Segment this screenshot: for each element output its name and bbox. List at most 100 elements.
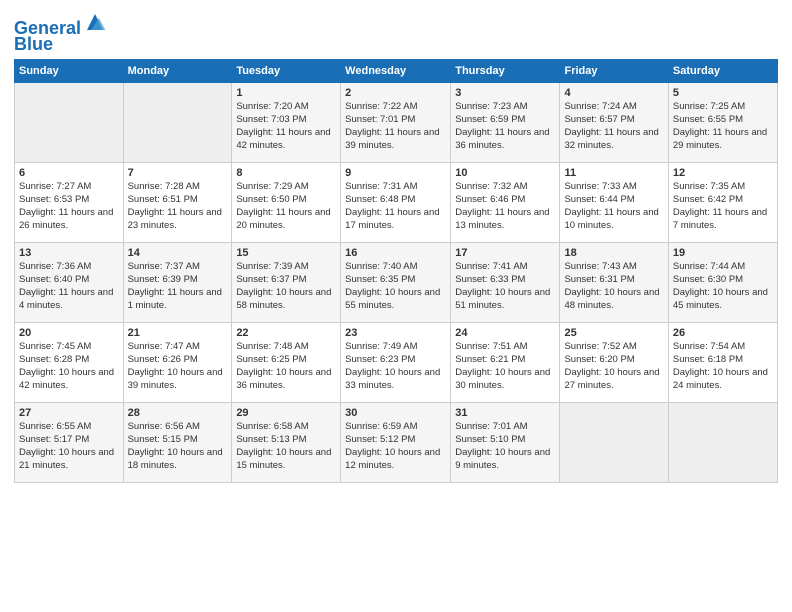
day-info: Sunset: 5:13 PM — [236, 434, 336, 447]
calendar-cell: 21Sunrise: 7:47 AMSunset: 6:26 PMDayligh… — [123, 322, 232, 402]
day-number: 11 — [564, 166, 663, 181]
day-info: Sunrise: 7:28 AM — [128, 181, 228, 194]
day-info: Daylight: 10 hours and 27 minutes. — [564, 367, 663, 393]
day-info: Sunset: 6:42 PM — [673, 194, 773, 207]
day-info: Sunrise: 7:47 AM — [128, 341, 228, 354]
calendar-cell: 6Sunrise: 7:27 AMSunset: 6:53 PMDaylight… — [15, 162, 124, 242]
calendar-cell: 4Sunrise: 7:24 AMSunset: 6:57 PMDaylight… — [560, 82, 668, 162]
day-number: 15 — [236, 246, 336, 261]
calendar-cell: 20Sunrise: 7:45 AMSunset: 6:28 PMDayligh… — [15, 322, 124, 402]
calendar-cell: 17Sunrise: 7:41 AMSunset: 6:33 PMDayligh… — [451, 242, 560, 322]
day-number: 25 — [564, 326, 663, 341]
day-info: Sunrise: 6:56 AM — [128, 421, 228, 434]
day-number: 20 — [19, 326, 119, 341]
day-info: Sunrise: 6:55 AM — [19, 421, 119, 434]
calendar-cell: 1Sunrise: 7:20 AMSunset: 7:03 PMDaylight… — [232, 82, 341, 162]
day-number: 29 — [236, 406, 336, 421]
day-info: Sunset: 6:31 PM — [564, 274, 663, 287]
day-info: Sunrise: 7:54 AM — [673, 341, 773, 354]
day-info: Daylight: 10 hours and 55 minutes. — [345, 287, 446, 313]
day-info: Sunrise: 6:59 AM — [345, 421, 446, 434]
day-number: 18 — [564, 246, 663, 261]
day-info: Sunrise: 7:35 AM — [673, 181, 773, 194]
calendar-week-row: 20Sunrise: 7:45 AMSunset: 6:28 PMDayligh… — [15, 322, 778, 402]
day-number: 21 — [128, 326, 228, 341]
day-info: Sunset: 5:15 PM — [128, 434, 228, 447]
calendar-week-row: 27Sunrise: 6:55 AMSunset: 5:17 PMDayligh… — [15, 402, 778, 482]
day-info: Sunrise: 7:01 AM — [455, 421, 555, 434]
day-info: Sunrise: 7:32 AM — [455, 181, 555, 194]
day-number: 7 — [128, 166, 228, 181]
day-number: 9 — [345, 166, 446, 181]
day-number: 27 — [19, 406, 119, 421]
day-info: Daylight: 11 hours and 23 minutes. — [128, 207, 228, 233]
day-info: Sunrise: 7:29 AM — [236, 181, 336, 194]
calendar-cell: 14Sunrise: 7:37 AMSunset: 6:39 PMDayligh… — [123, 242, 232, 322]
day-info: Sunset: 5:10 PM — [455, 434, 555, 447]
day-info: Sunset: 6:33 PM — [455, 274, 555, 287]
day-info: Sunset: 6:44 PM — [564, 194, 663, 207]
calendar-cell — [15, 82, 124, 162]
calendar-cell: 22Sunrise: 7:48 AMSunset: 6:25 PMDayligh… — [232, 322, 341, 402]
day-info: Daylight: 11 hours and 1 minute. — [128, 287, 228, 313]
calendar-cell: 10Sunrise: 7:32 AMSunset: 6:46 PMDayligh… — [451, 162, 560, 242]
day-info: Sunset: 6:55 PM — [673, 114, 773, 127]
day-info: Sunset: 6:26 PM — [128, 354, 228, 367]
day-info: Daylight: 10 hours and 12 minutes. — [345, 447, 446, 473]
day-info: Daylight: 10 hours and 21 minutes. — [19, 447, 119, 473]
day-number: 23 — [345, 326, 446, 341]
weekday-header: Friday — [560, 59, 668, 82]
day-info: Sunrise: 7:43 AM — [564, 261, 663, 274]
day-info: Sunrise: 7:52 AM — [564, 341, 663, 354]
calendar-cell: 28Sunrise: 6:56 AMSunset: 5:15 PMDayligh… — [123, 402, 232, 482]
calendar-cell: 23Sunrise: 7:49 AMSunset: 6:23 PMDayligh… — [341, 322, 451, 402]
day-info: Daylight: 10 hours and 42 minutes. — [19, 367, 119, 393]
calendar-cell: 16Sunrise: 7:40 AMSunset: 6:35 PMDayligh… — [341, 242, 451, 322]
calendar-cell: 27Sunrise: 6:55 AMSunset: 5:17 PMDayligh… — [15, 402, 124, 482]
day-info: Daylight: 10 hours and 18 minutes. — [128, 447, 228, 473]
day-number: 17 — [455, 246, 555, 261]
day-number: 1 — [236, 86, 336, 101]
page: General Blue SundayMondayTuesdayWednesda… — [0, 0, 792, 493]
day-info: Daylight: 11 hours and 7 minutes. — [673, 207, 773, 233]
day-info: Daylight: 10 hours and 33 minutes. — [345, 367, 446, 393]
day-number: 12 — [673, 166, 773, 181]
day-info: Sunrise: 7:33 AM — [564, 181, 663, 194]
logo-icon — [83, 10, 107, 34]
day-number: 14 — [128, 246, 228, 261]
day-info: Daylight: 11 hours and 29 minutes. — [673, 127, 773, 153]
day-info: Sunset: 6:57 PM — [564, 114, 663, 127]
calendar-cell: 26Sunrise: 7:54 AMSunset: 6:18 PMDayligh… — [668, 322, 777, 402]
day-info: Sunrise: 7:31 AM — [345, 181, 446, 194]
day-number: 26 — [673, 326, 773, 341]
day-number: 16 — [345, 246, 446, 261]
calendar-week-row: 13Sunrise: 7:36 AMSunset: 6:40 PMDayligh… — [15, 242, 778, 322]
day-info: Daylight: 10 hours and 48 minutes. — [564, 287, 663, 313]
day-info: Sunset: 6:40 PM — [19, 274, 119, 287]
day-number: 19 — [673, 246, 773, 261]
day-number: 13 — [19, 246, 119, 261]
weekday-header: Tuesday — [232, 59, 341, 82]
day-info: Sunset: 6:48 PM — [345, 194, 446, 207]
day-info: Daylight: 10 hours and 45 minutes. — [673, 287, 773, 313]
day-info: Sunset: 6:28 PM — [19, 354, 119, 367]
day-info: Daylight: 10 hours and 39 minutes. — [128, 367, 228, 393]
day-info: Sunrise: 7:40 AM — [345, 261, 446, 274]
day-info: Sunset: 6:39 PM — [128, 274, 228, 287]
logo: General Blue — [14, 10, 107, 55]
day-info: Daylight: 10 hours and 24 minutes. — [673, 367, 773, 393]
day-info: Sunset: 6:20 PM — [564, 354, 663, 367]
day-info: Sunset: 6:18 PM — [673, 354, 773, 367]
day-info: Sunset: 6:23 PM — [345, 354, 446, 367]
day-number: 10 — [455, 166, 555, 181]
calendar-cell: 11Sunrise: 7:33 AMSunset: 6:44 PMDayligh… — [560, 162, 668, 242]
day-info: Sunrise: 7:25 AM — [673, 101, 773, 114]
day-info: Daylight: 10 hours and 30 minutes. — [455, 367, 555, 393]
day-info: Sunrise: 7:48 AM — [236, 341, 336, 354]
calendar-cell — [123, 82, 232, 162]
day-number: 30 — [345, 406, 446, 421]
day-info: Sunset: 6:30 PM — [673, 274, 773, 287]
day-info: Sunrise: 7:22 AM — [345, 101, 446, 114]
calendar-cell: 15Sunrise: 7:39 AMSunset: 6:37 PMDayligh… — [232, 242, 341, 322]
day-number: 3 — [455, 86, 555, 101]
